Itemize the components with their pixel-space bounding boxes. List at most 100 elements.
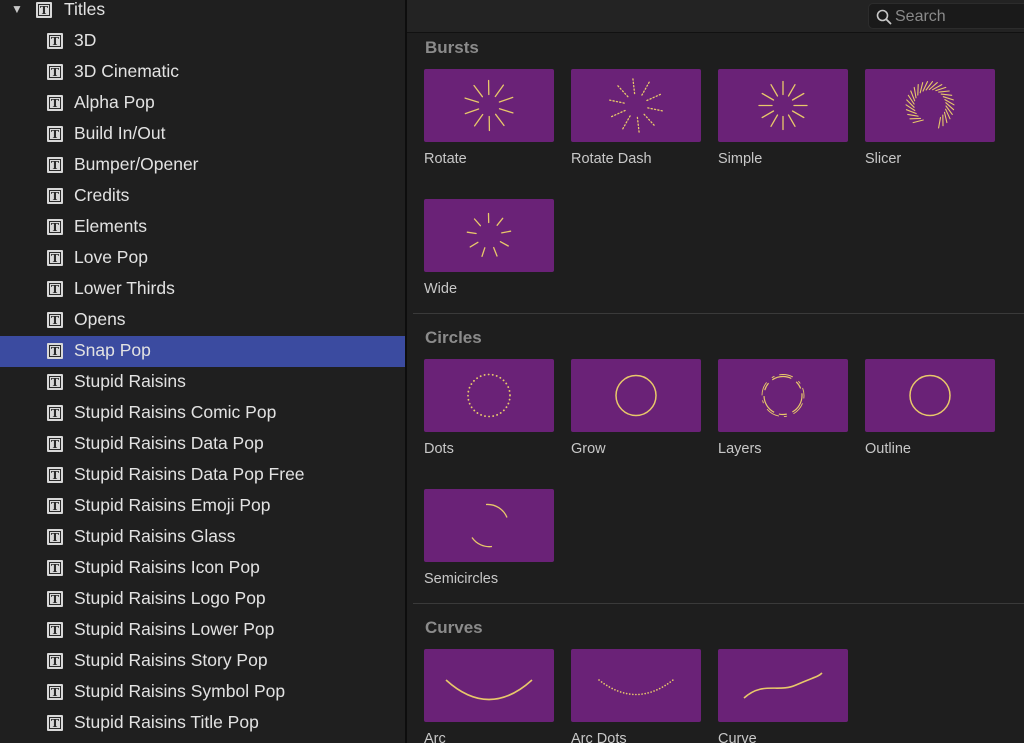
thumbnail-label[interactable]: Arc Dots bbox=[571, 731, 627, 743]
sidebar-item-label: Snap Pop bbox=[74, 340, 151, 360]
section-divider bbox=[413, 603, 1024, 604]
title-icon: T bbox=[47, 126, 63, 142]
sidebar-item-3d[interactable]: T 3D bbox=[0, 26, 405, 57]
section-title-curves[interactable]: Curves bbox=[425, 618, 483, 638]
sidebar-item-stupid-raisins-glass[interactable]: T Stupid Raisins Glass bbox=[0, 522, 405, 553]
thumbnail-label[interactable]: Rotate Dash bbox=[571, 151, 652, 167]
title-icon: T bbox=[47, 188, 63, 204]
thumbnail-label[interactable]: Layers bbox=[718, 441, 762, 457]
title-icon: T bbox=[47, 560, 63, 576]
search-input[interactable] bbox=[895, 7, 1024, 27]
title-icon: T bbox=[47, 312, 63, 328]
sidebar-item-label: Stupid Raisins bbox=[74, 371, 186, 391]
curve-arc-dots-icon bbox=[598, 679, 674, 696]
thumbnail-bursts-simple[interactable] bbox=[718, 69, 848, 142]
thumbnail-bursts-rotate[interactable] bbox=[424, 69, 554, 142]
title-icon: T bbox=[47, 715, 63, 731]
sidebar-item-label: Stupid Raisins Icon Pop bbox=[74, 557, 260, 577]
thumbnail-curves-arc[interactable] bbox=[424, 649, 554, 722]
title-icon: T bbox=[47, 157, 63, 173]
sidebar-item-opens[interactable]: T Opens bbox=[0, 305, 405, 336]
sidebar-item-stupid-raisins-title-pop[interactable]: T Stupid Raisins Title Pop bbox=[0, 708, 405, 739]
sidebar-item-stupid-raisins[interactable]: T Stupid Raisins bbox=[0, 367, 405, 398]
sidebar-item-bumper-opener[interactable]: T Bumper/Opener bbox=[0, 150, 405, 181]
search-icon bbox=[876, 9, 892, 25]
circle-outline-icon bbox=[909, 374, 951, 417]
sidebar-item-stupid-raisins-logo-pop[interactable]: T Stupid Raisins Logo Pop bbox=[0, 584, 405, 615]
browser-toolbar bbox=[407, 0, 1024, 33]
section-title-circles[interactable]: Circles bbox=[425, 328, 482, 348]
title-icon: T bbox=[47, 95, 63, 111]
curve-arc-icon bbox=[445, 679, 533, 701]
burst-slicer-icon bbox=[905, 81, 955, 129]
sidebar-item-label: Stupid Raisins Logo Pop bbox=[74, 588, 266, 608]
thumbnail-label[interactable]: Semicircles bbox=[424, 571, 498, 587]
thumbnail-label[interactable]: Dots bbox=[424, 441, 454, 457]
sidebar-item-label: Stupid Raisins Lower Pop bbox=[74, 619, 275, 639]
thumbnail-label[interactable]: Arc bbox=[424, 731, 446, 743]
circle-semicircles-icon bbox=[471, 503, 508, 548]
title-icon: T bbox=[36, 2, 52, 18]
thumbnail-bursts-wide[interactable] bbox=[424, 199, 554, 272]
title-icon: T bbox=[47, 343, 63, 359]
sidebar-item-stupid-raisins-lower-pop[interactable]: T Stupid Raisins Lower Pop bbox=[0, 615, 405, 646]
sidebar-item-love-pop[interactable]: T Love Pop bbox=[0, 243, 405, 274]
circle-grow-icon bbox=[615, 374, 657, 417]
thumbnail-circles-dots[interactable] bbox=[424, 359, 554, 432]
sidebar-item-stupid-raisins-emoji-pop[interactable]: T Stupid Raisins Emoji Pop bbox=[0, 491, 405, 522]
sidebar-root-titles[interactable]: ▼ T Titles bbox=[0, 0, 405, 26]
sidebar-item-credits[interactable]: T Credits bbox=[0, 181, 405, 212]
thumbnail-label[interactable]: Simple bbox=[718, 151, 762, 167]
burst-simple-icon bbox=[758, 80, 808, 131]
sidebar-item-label: Stupid Raisins Symbol Pop bbox=[74, 681, 286, 701]
sidebar-item-elements[interactable]: T Elements bbox=[0, 212, 405, 243]
sidebar-item-stupid-raisins-story-pop[interactable]: T Stupid Raisins Story Pop bbox=[0, 646, 405, 677]
thumbnail-label[interactable]: Slicer bbox=[865, 151, 901, 167]
sidebar-item-stupid-raisins-icon-pop[interactable]: T Stupid Raisins Icon Pop bbox=[0, 553, 405, 584]
sidebar-item-label: 3D bbox=[74, 30, 97, 50]
thumbnail-label[interactable]: Curve bbox=[718, 731, 757, 743]
thumbnail-bursts-slicer[interactable] bbox=[865, 69, 995, 142]
burst-wide-icon bbox=[466, 212, 512, 257]
thumbnail-circles-outline[interactable] bbox=[865, 359, 995, 432]
title-icon: T bbox=[47, 622, 63, 638]
sidebar-item-stupid-raisins-data-pop[interactable]: T Stupid Raisins Data Pop bbox=[0, 429, 405, 460]
title-icon: T bbox=[47, 219, 63, 235]
search-field[interactable] bbox=[868, 3, 1024, 29]
sidebar-item-label: Stupid Raisins Story Pop bbox=[74, 650, 268, 670]
thumbnail-bursts-rotate-dash[interactable] bbox=[571, 69, 701, 142]
title-icon: T bbox=[47, 436, 63, 452]
sidebar-item-3d-cinematic[interactable]: T 3D Cinematic bbox=[0, 57, 405, 88]
sidebar-item-stupid-raisins-data-pop-free[interactable]: T Stupid Raisins Data Pop Free bbox=[0, 460, 405, 491]
section-divider bbox=[413, 313, 1024, 314]
sidebar-item-label: Stupid Raisins Comic Pop bbox=[74, 402, 277, 422]
sidebar-root-label: Titles bbox=[64, 0, 106, 19]
thumbnail-curves-curve[interactable] bbox=[718, 649, 848, 722]
sidebar-item-stupid-raisins-symbol-pop[interactable]: T Stupid Raisins Symbol Pop bbox=[0, 677, 405, 708]
sidebar-item-snap-pop[interactable]: T Snap Pop bbox=[0, 336, 405, 367]
title-icon: T bbox=[47, 250, 63, 266]
thumbnail-curves-arc-dots[interactable] bbox=[571, 649, 701, 722]
thumbnail-circles-layers[interactable] bbox=[718, 359, 848, 432]
sidebar-item-build-in-out[interactable]: T Build In/Out bbox=[0, 119, 405, 150]
thumbnail-label[interactable]: Wide bbox=[424, 281, 457, 297]
sidebar-item-alpha-pop[interactable]: T Alpha Pop bbox=[0, 88, 405, 119]
sidebar-item-lower-thirds[interactable]: T Lower Thirds bbox=[0, 274, 405, 305]
thumbnail-circles-grow[interactable] bbox=[571, 359, 701, 432]
section-title-bursts[interactable]: Bursts bbox=[425, 38, 479, 58]
title-icon: T bbox=[47, 467, 63, 483]
sidebar-item-stupid-raisins-comic-pop[interactable]: T Stupid Raisins Comic Pop bbox=[0, 398, 405, 429]
sidebar: ▼ T Titles T 3D T 3D Cinematic T Alpha Pop T Bu… bbox=[0, 0, 405, 743]
sidebar-item-label: Stupid Raisins Data Pop Free bbox=[74, 464, 305, 484]
burst-rotate-icon bbox=[464, 79, 514, 132]
thumbnail-label[interactable]: Grow bbox=[571, 441, 606, 457]
sidebar-item-label: Build In/Out bbox=[74, 123, 166, 143]
sidebar-item-label: Elements bbox=[74, 216, 147, 236]
thumbnail-label[interactable]: Rotate bbox=[424, 151, 467, 167]
thumbnail-circles-semicircles[interactable] bbox=[424, 489, 554, 562]
thumbnail-label[interactable]: Outline bbox=[865, 441, 911, 457]
circle-layers-icon bbox=[761, 374, 805, 417]
sidebar-item-label: 3D Cinematic bbox=[74, 61, 180, 81]
sidebar-item-label: Alpha Pop bbox=[74, 92, 155, 112]
disclosure-triangle-icon[interactable]: ▼ bbox=[10, 2, 24, 16]
